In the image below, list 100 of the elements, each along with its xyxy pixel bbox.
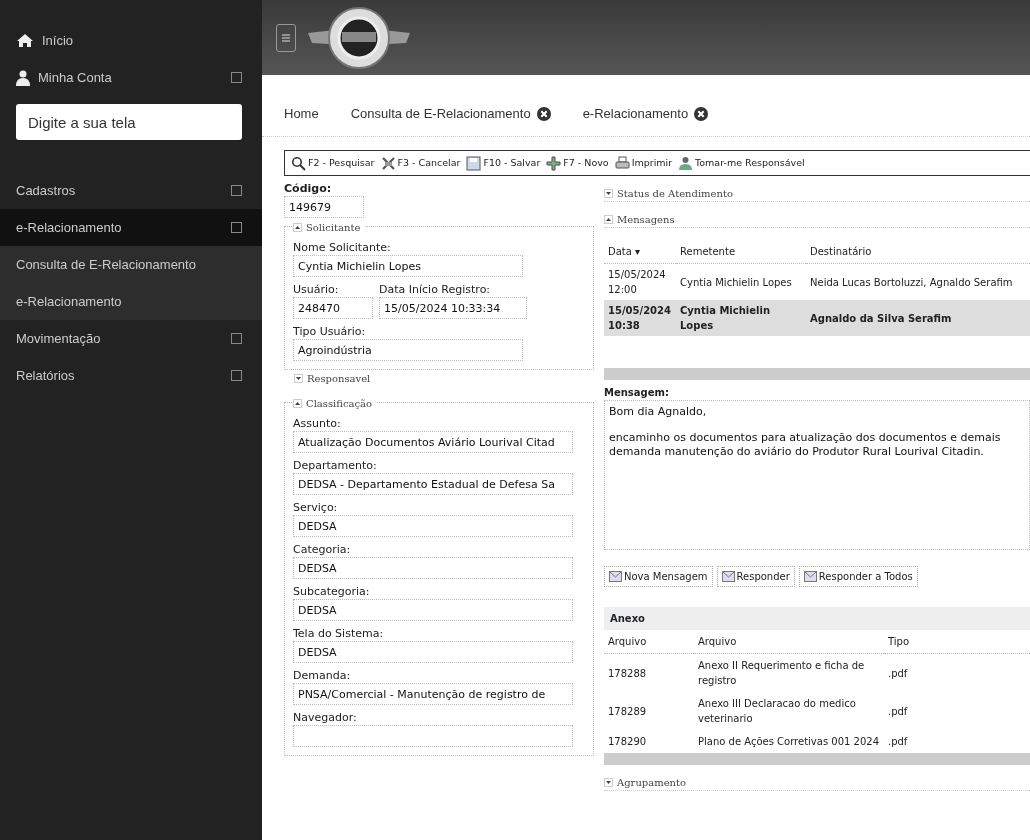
expand-icon[interactable] <box>604 778 613 787</box>
section-title[interactable]: Solicitante <box>306 220 361 235</box>
expand-icon[interactable] <box>294 374 303 383</box>
search-field[interactable]: Digite a sua tela <box>16 104 242 140</box>
text-field[interactable]: PNSA/Comercial - Manutenção de registro de <box>293 683 573 705</box>
plus-icon <box>546 155 562 171</box>
table-cell-text: Anexo III Declaracao do medico veterinario <box>697 697 857 726</box>
envelope-icon <box>721 571 735 582</box>
column-header[interactable]: Arquivo <box>694 630 884 654</box>
menu-item[interactable]: Início <box>0 22 262 59</box>
expander-icon[interactable] <box>231 72 242 83</box>
field-label: Tela do Sistema: <box>293 627 385 641</box>
column-header[interactable]: Arquivo <box>604 630 694 654</box>
expander-icon[interactable] <box>231 333 242 344</box>
section-header: Anexo <box>604 607 1030 630</box>
menu-icon <box>282 33 290 42</box>
section-title[interactable]: Responsavel <box>307 371 371 386</box>
toolbar-button[interactable]: F2 - Pesquisar <box>291 155 375 171</box>
collapse-icon[interactable] <box>293 223 302 232</box>
table-cell: Cyntia Michielin Lopes <box>676 263 806 300</box>
column-header[interactable]: Destinatário <box>806 240 1030 264</box>
home-icon <box>16 33 34 48</box>
table-cell-text: .pdf <box>887 735 909 749</box>
text-field[interactable]: DEDSA - Departamento Estadual de Defesa Sa <box>293 473 573 495</box>
scrollbar[interactable] <box>604 753 1030 765</box>
table-cell-text: 178289 <box>607 704 648 719</box>
toolbar-button[interactable]: F10 - Salvar <box>466 155 541 171</box>
table-cell: 178288 <box>604 653 694 692</box>
text-field[interactable]: Cyntia Michielin Lopes <box>293 255 523 277</box>
envelope-icon <box>609 571 622 582</box>
collapse-icon[interactable] <box>604 215 613 224</box>
menu-item[interactable]: Consulta de E-Relacionamento <box>0 246 262 283</box>
message-button[interactable]: Responder a Todos <box>798 566 918 587</box>
table-cell-text: Plano de Ações Corretivas 001 2024 <box>697 735 880 749</box>
column-header[interactable]: Data ▾ <box>604 240 676 264</box>
user-icon <box>16 69 30 86</box>
menu-button[interactable] <box>276 23 296 52</box>
table-cell-text: .pdf <box>887 704 909 719</box>
envelope-icon <box>803 571 817 582</box>
table-cell-text: 178290 <box>607 735 648 749</box>
menu-item[interactable]: Relatórios <box>0 357 262 394</box>
text-field[interactable]: DEDSA <box>293 557 573 579</box>
table-cell: 15/05/2024 12:00 <box>604 263 676 300</box>
scrollbar[interactable] <box>604 368 1030 380</box>
tab[interactable]: e-Relacionamento <box>566 99 725 129</box>
text-field[interactable] <box>293 725 573 747</box>
table-cell: Anexo II Requerimento e ficha de registro <box>694 653 884 692</box>
menu-item[interactable]: Minha Conta <box>0 59 262 96</box>
message-row[interactable]: 15/05/2024 10:38 Cyntia Michielin Lopes Agnaldo da Silva Serafim <box>604 300 1030 336</box>
field-label: Departamento: <box>293 459 378 473</box>
field-label: Categoria: <box>293 543 352 557</box>
expander-icon[interactable] <box>231 222 242 233</box>
message-row[interactable]: 15/05/2024 12:00 Cyntia Michielin Lopes Neida Lucas Bortoluzzi, Agnaldo Serafim <box>604 263 1030 300</box>
text-field[interactable]: Agroindústria <box>293 339 523 361</box>
field-label: Subcategoria: <box>293 585 371 599</box>
field-label: Navegador: <box>293 711 358 725</box>
table-cell: Cyntia Michielin Lopes <box>676 300 806 336</box>
section-title[interactable]: Mensagens <box>617 212 675 227</box>
section-title[interactable]: Agrupamento <box>617 775 687 790</box>
table-cell: 15/05/2024 10:38 <box>604 300 676 336</box>
text-field[interactable]: 15/05/2024 10:33:34 <box>379 297 527 319</box>
tab[interactable]: Home <box>284 99 335 129</box>
field-label: Tipo Usuário: <box>293 325 367 339</box>
text-field[interactable]: 248470 <box>293 297 373 319</box>
collapse-icon[interactable] <box>293 399 302 408</box>
toolbar-button[interactable]: Tomar-me Responsável <box>678 155 805 171</box>
close-icon[interactable] <box>694 107 709 121</box>
expand-icon[interactable] <box>604 189 613 198</box>
message-button[interactable]: Responder <box>716 566 795 587</box>
message-text-area[interactable]: Bom dia Agnaldo, encaminho os documentos para atualização dos documentos e demais demanda manutenção do aviário do Produtor Rural Lourival Citadin. <box>604 400 1030 550</box>
text-field[interactable]: 149679 <box>284 196 364 218</box>
menu-item[interactable]: Cadastros <box>0 172 262 209</box>
text-field[interactable]: DEDSA <box>293 641 573 663</box>
field-label: Data Início Registro: <box>379 283 492 297</box>
text-field[interactable]: DEDSA <box>293 599 573 621</box>
field-label: Mensagem: <box>604 386 670 400</box>
message-paragraph: encaminho os documentos para atualização dos documentos e demais demanda manutenção do aviário do Produtor Rural Lourival Citadin. <box>609 431 1002 459</box>
table-cell: .pdf <box>884 653 1030 692</box>
toolbar-button[interactable]: Imprimir <box>614 155 673 171</box>
field-label: Assunto: <box>293 417 342 431</box>
field-label: Serviço: <box>293 501 339 515</box>
menu-item[interactable]: e-Relacionamento <box>0 209 262 246</box>
expander-icon[interactable] <box>231 370 242 381</box>
section-title[interactable]: Status de Atendimento <box>617 186 733 201</box>
menu-item[interactable]: e-Relacionamento <box>0 283 262 320</box>
table-cell: Agnaldo da Silva Serafim <box>806 300 1030 336</box>
column-header[interactable]: Remetente <box>676 240 806 264</box>
close-icon[interactable] <box>536 107 551 121</box>
toolbar-button[interactable]: F7 - Novo <box>546 155 609 171</box>
field-label: Demanda: <box>293 669 352 683</box>
menu-item[interactable]: Movimentação <box>0 320 262 357</box>
column-header[interactable]: Tipo <box>884 630 1030 654</box>
toolbar-button[interactable]: F3 - Cancelar <box>380 155 461 171</box>
tab[interactable]: Consulta de E-Relacionamento <box>334 99 567 129</box>
message-button[interactable]: Nova Mensagem <box>604 566 713 587</box>
message-paragraph: Bom dia Agnaldo, <box>609 405 708 419</box>
text-field[interactable]: Atualização Documentos Aviário Lourival Citad <box>293 431 573 453</box>
expander-icon[interactable] <box>231 185 242 196</box>
section-title[interactable]: Classificação <box>306 396 373 411</box>
text-field[interactable]: DEDSA <box>293 515 573 537</box>
